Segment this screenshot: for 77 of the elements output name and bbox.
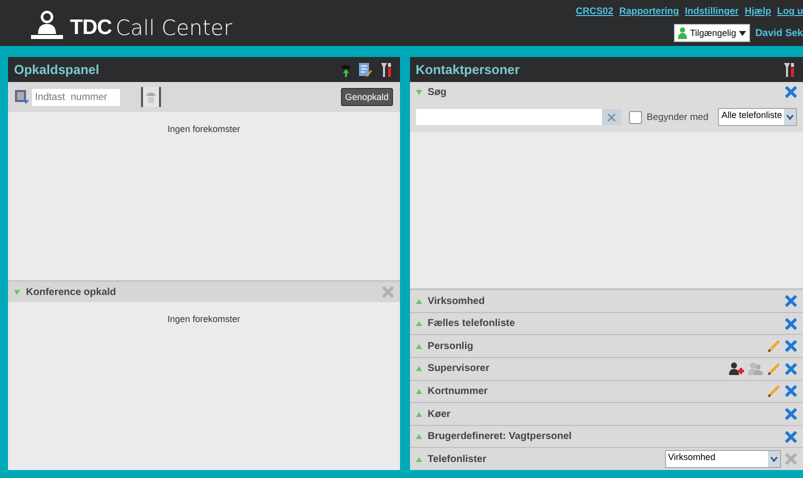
close-icon[interactable] (785, 408, 797, 420)
header-link[interactable]: Log u (777, 6, 803, 17)
section-title: Fælles telefonliste (428, 318, 515, 330)
logo-subtext: Call Center (116, 16, 232, 40)
close-icon[interactable] (785, 385, 797, 398)
expand-icon[interactable] (416, 434, 422, 440)
expand-icon[interactable] (416, 298, 422, 304)
agent-icon (30, 10, 64, 40)
section-header[interactable]: Konference opkald (8, 282, 400, 302)
checkbox-label: Begynder med (646, 112, 708, 122)
expand-icon[interactable] (416, 90, 422, 94)
expand-icon[interactable] (416, 388, 422, 394)
close-icon[interactable] (785, 86, 797, 98)
phone-icon (144, 90, 158, 104)
logo-text: TDC (70, 16, 112, 40)
clear-icon (606, 112, 616, 122)
pencil-icon[interactable] (767, 384, 781, 398)
pencil-icon[interactable] (767, 339, 781, 354)
section-title: Virksomhed (428, 296, 485, 307)
section-header[interactable]: Supervisorer (410, 357, 803, 380)
close-icon[interactable] (785, 340, 797, 352)
close-icon[interactable] (785, 318, 797, 330)
header-link[interactable]: Indstillinger (684, 6, 739, 17)
section-header[interactable]: Køer (410, 402, 803, 425)
section-header[interactable]: Telefonlister Virksomhed (410, 447, 803, 470)
section-header[interactable]: Søg (410, 82, 803, 102)
search-field[interactable] (416, 109, 602, 125)
close-icon[interactable] (785, 430, 797, 443)
section-title: Søg (428, 86, 447, 98)
section-header[interactable]: Personlig (410, 334, 803, 358)
close-icon[interactable] (785, 295, 797, 308)
expand-icon[interactable] (416, 412, 422, 417)
panel-title: Kontaktpersoner (416, 62, 520, 77)
close-icon[interactable] (785, 362, 797, 375)
empty-message: Ingen forekomster (168, 314, 240, 325)
section-header[interactable]: Fælles telefonliste (410, 312, 803, 334)
chevron-icon (770, 456, 778, 462)
number-field[interactable]: Indtast nummer (32, 88, 120, 106)
section-header[interactable]: Brugerdefineret: Vagtpersonel (410, 424, 803, 448)
panel-title: Opkaldspanel (14, 62, 100, 77)
dial-button[interactable] (141, 87, 161, 107)
add-user-icon[interactable] (729, 362, 744, 376)
section-title: Personlig (428, 340, 474, 352)
section-title: Kortnummer (428, 386, 488, 397)
phonebook-icon[interactable] (15, 90, 29, 104)
section-title: Supervisorer (428, 363, 490, 374)
status-dropdown[interactable]: Tilgængelig (674, 24, 750, 42)
expand-icon[interactable] (14, 290, 20, 294)
expand-icon[interactable] (416, 366, 422, 372)
section-title: Telefonlister (428, 454, 486, 465)
expand-icon[interactable] (416, 321, 422, 326)
empty-message: Ingen forekomster (168, 124, 240, 135)
pencil-icon[interactable] (767, 362, 781, 376)
user-icon (678, 27, 687, 39)
list-dropdown[interactable]: Virksomhed (665, 450, 781, 468)
header-link[interactable]: Rapportering (619, 6, 679, 17)
tools-icon[interactable] (783, 62, 795, 76)
header-link[interactable]: CRCS02 (576, 6, 614, 17)
section-header[interactable]: Kortnummer (410, 380, 803, 402)
clear-button[interactable] (602, 109, 621, 125)
caret-icon (739, 30, 746, 36)
checkbox[interactable] (628, 110, 642, 124)
section-title: Brugerdefineret: Vagtpersonel (428, 431, 572, 442)
phone-icon[interactable] (340, 62, 351, 76)
directory-dropdown[interactable]: Alle telefonliste (718, 108, 797, 126)
section-title: Køer (428, 408, 450, 420)
tools-icon[interactable] (380, 62, 392, 76)
notes-icon[interactable] (358, 62, 372, 76)
section-header[interactable]: Virksomhed (410, 289, 803, 312)
header-link[interactable]: Hjælp (744, 6, 772, 17)
redial-button[interactable]: Genopkald (341, 88, 393, 106)
chevron-icon (786, 114, 794, 120)
user-name: David Sek (755, 28, 803, 38)
section-title: Konference opkald (26, 286, 116, 298)
expand-icon[interactable] (416, 456, 422, 462)
expand-icon[interactable] (416, 344, 422, 349)
close-icon[interactable] (785, 453, 797, 466)
